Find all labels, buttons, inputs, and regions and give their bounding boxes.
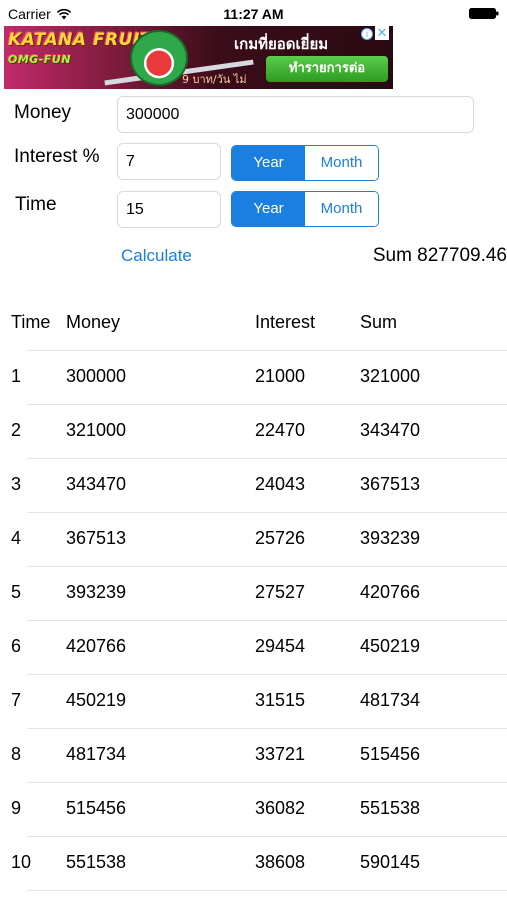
cell-sum: 321000 — [360, 366, 421, 386]
cell-time: 2 — [11, 420, 22, 440]
status-bar: Carrier 11:27 AM — [0, 0, 507, 26]
cell-time: 9 — [11, 798, 22, 818]
money-label: Money — [14, 102, 72, 123]
cell-interest: 38608 — [255, 852, 306, 872]
time-unit-month[interactable]: Month — [305, 192, 378, 226]
cell-money: 481734 — [66, 744, 127, 764]
sum-result: Sum 827709.46 — [372, 245, 507, 266]
cell-time: 8 — [11, 744, 22, 764]
interest-unit-segmented[interactable]: Year Month — [231, 145, 379, 181]
cell-money: 393239 — [66, 582, 127, 602]
header-money: Money — [66, 312, 121, 332]
cell-time: 3 — [11, 474, 22, 494]
cell-money: 321000 — [66, 420, 127, 440]
cell-interest: 36082 — [255, 798, 306, 818]
cell-money: 367513 — [66, 528, 127, 548]
cell-interest: 31515 — [255, 690, 306, 710]
status-time: 11:27 AM — [223, 6, 284, 22]
cell-time: 4 — [11, 528, 22, 548]
watermelon-graphic — [130, 30, 188, 86]
ad-headline: เกมที่ยอดเยี่ยม — [234, 35, 329, 53]
cell-interest: 22470 — [255, 420, 306, 440]
table-body: 1 300000 21000 321000 2 321000 22470 343470 3 343… — [0, 350, 507, 900]
header-interest: Interest — [255, 312, 316, 332]
cell-interest: 33721 — [255, 744, 306, 764]
cell-sum: 367513 — [360, 474, 421, 494]
table-row[interactable]: 5 393239 27527 420766 — [0, 566, 507, 620]
cell-money: 551538 — [66, 852, 127, 872]
calculate-button[interactable]: Calculate — [121, 246, 192, 266]
cell-sum: 393239 — [360, 528, 421, 548]
ad-price-text: 9 บาท/วัน ไม่ — [182, 73, 247, 86]
interest-label: Interest % — [14, 146, 100, 167]
cell-interest: 27527 — [255, 582, 306, 602]
table-row[interactable]: 1 300000 21000 321000 — [0, 350, 507, 404]
ad-cta-button[interactable]: ทำรายการต่อ — [266, 56, 388, 82]
cell-time: 6 — [11, 636, 22, 656]
cell-interest: 24043 — [255, 474, 306, 494]
interest-unit-year[interactable]: Year — [232, 146, 305, 180]
battery-icon — [469, 8, 499, 19]
results-table: Time Money Interest Sum 1 300000 21000 3210… — [0, 296, 507, 900]
cell-interest: 25726 — [255, 528, 306, 548]
cell-time: 10 — [11, 852, 32, 872]
table-header: Time Money Interest Sum — [0, 296, 507, 350]
header-time: Time — [11, 312, 51, 332]
cell-interest: 21000 — [255, 366, 306, 386]
table-row[interactable]: 1159014541310631456 — [0, 890, 507, 900]
cell-sum: 551538 — [360, 798, 421, 818]
time-unit-segmented[interactable]: Year Month — [231, 191, 379, 227]
interest-input[interactable]: 7 — [117, 143, 221, 180]
table-row[interactable]: 3 343470 24043 367513 — [0, 458, 507, 512]
cell-sum: 343470 — [360, 420, 421, 440]
table-row[interactable]: 2 321000 22470 343470 — [0, 404, 507, 458]
cell-sum: 420766 — [360, 582, 421, 602]
table-row[interactable]: 6 420766 29454 450219 — [0, 620, 507, 674]
cell-money: 300000 — [66, 366, 127, 386]
time-label: Time — [15, 194, 57, 215]
time-unit-year[interactable]: Year — [232, 192, 305, 226]
money-input[interactable]: 300000 — [117, 96, 474, 133]
ad-info-icon[interactable]: i — [361, 28, 373, 40]
cell-sum: 515456 — [360, 744, 421, 764]
table-row[interactable]: 4 367513 25726 393239 — [0, 512, 507, 566]
cell-time: 1 — [11, 366, 22, 386]
cell-interest: 29454 — [255, 636, 306, 656]
table-row[interactable]: 9 515456 36082 551538 — [0, 782, 507, 836]
cell-time: 5 — [11, 582, 22, 602]
cell-time: 7 — [11, 690, 22, 710]
cell-money: 420766 — [66, 636, 127, 656]
cell-sum: 590145 — [360, 852, 421, 872]
table-row[interactable]: 8 481734 33721 515456 — [0, 728, 507, 782]
cell-sum: 481734 — [360, 690, 421, 710]
cell-money: 515456 — [66, 798, 127, 818]
cell-money: 450219 — [66, 690, 127, 710]
cell-sum: 450219 — [360, 636, 421, 656]
table-row[interactable]: 10 551538 38608 590145 — [0, 836, 507, 890]
time-input[interactable]: 15 — [117, 191, 221, 228]
ad-banner[interactable]: KATANA FRUITS OMG-FUN เกมที่ยอดเยี่ยม 9 … — [4, 26, 393, 89]
header-sum: Sum — [360, 312, 398, 332]
interest-unit-month[interactable]: Month — [305, 146, 378, 180]
cell-money: 343470 — [66, 474, 127, 494]
ad-close-icon[interactable]: ✕ — [375, 26, 389, 40]
table-row[interactable]: 7 450219 31515 481734 — [0, 674, 507, 728]
